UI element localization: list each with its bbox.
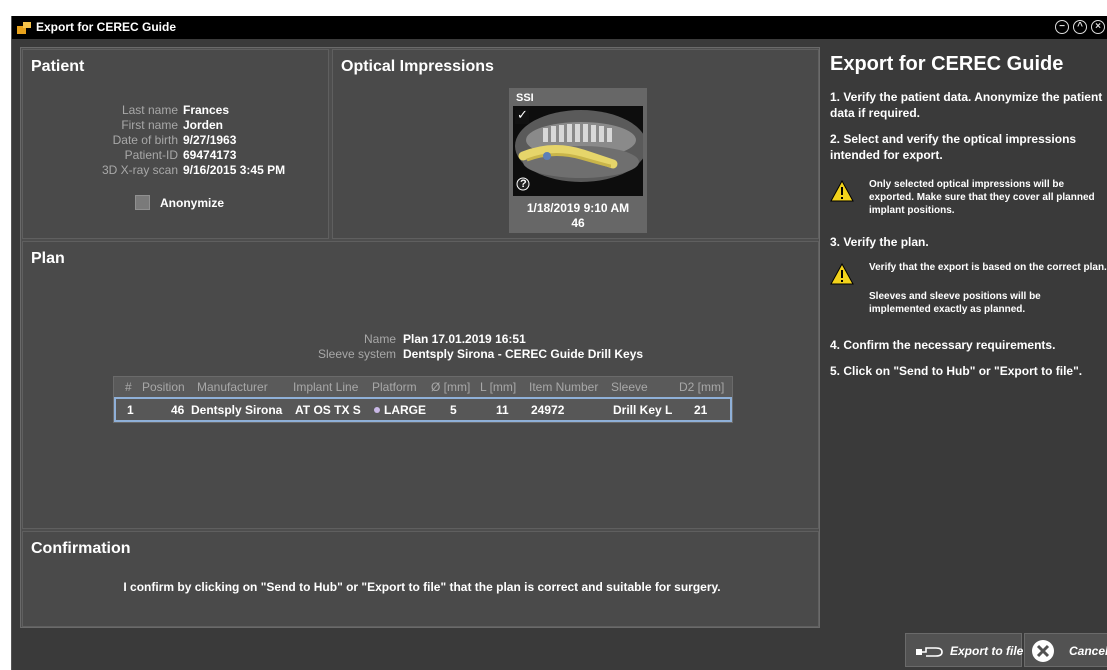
optical-impressions-title: Optical Impressions bbox=[341, 58, 494, 75]
patient-id-label: Patient-ID bbox=[124, 148, 178, 162]
table-row[interactable]: 1 46 Dentsply Sirona AT OS TX S LARGE 5 … bbox=[114, 397, 732, 422]
first-name-label: First name bbox=[121, 118, 178, 132]
anonymize-checkbox[interactable] bbox=[135, 195, 150, 210]
cell-d2: 21 bbox=[694, 403, 708, 417]
export-to-file-label: Export to file bbox=[950, 644, 1024, 658]
patient-row: Patient-ID 69474173 bbox=[23, 148, 323, 163]
export-to-file-button[interactable]: Export to file bbox=[905, 633, 1024, 667]
plan-title: Plan bbox=[31, 250, 65, 267]
last-name-value: Frances bbox=[183, 103, 230, 117]
col-item-number: Item Number bbox=[529, 380, 599, 394]
bottom-bar: Export to file Cancel bbox=[12, 628, 1107, 670]
confirmation-title: Confirmation bbox=[31, 540, 131, 557]
cell-position: 46 bbox=[171, 403, 185, 417]
impression-date: 1/18/2019 9:10 AM bbox=[526, 201, 630, 215]
export-window: Export for CEREC Guide − ^ × Patient Las… bbox=[11, 16, 1107, 670]
minimize-icon[interactable]: − bbox=[1055, 20, 1069, 34]
col-implant-line: Implant Line bbox=[293, 380, 359, 394]
cell-implant-line: AT OS TX S bbox=[295, 403, 361, 417]
xray-scan-value: 9/16/2015 3:45 PM bbox=[183, 163, 286, 177]
cell-diameter: 5 bbox=[450, 403, 457, 417]
instructions-sidebar: Export for CEREC Guide 1. Verify the pat… bbox=[824, 47, 1107, 628]
col-platform: Platform bbox=[372, 380, 417, 394]
anonymize-label[interactable]: Anonymize bbox=[160, 196, 224, 210]
sleeve-system-row: Sleeve system Dentsply Sirona - CEREC Gu… bbox=[23, 347, 821, 362]
col-diameter: Ø [mm] bbox=[431, 380, 471, 394]
patient-title: Patient bbox=[31, 58, 85, 75]
patient-row: Date of birth 9/27/1963 bbox=[23, 133, 323, 148]
warning-sleeve-text: Sleeves and sleeve positions will be imp… bbox=[869, 291, 1041, 315]
cell-item-number: 24972 bbox=[531, 403, 565, 417]
cancel-label: Cancel bbox=[1069, 644, 1107, 658]
col-sleeve: Sleeve bbox=[611, 380, 648, 394]
cancel-button[interactable]: Cancel bbox=[1024, 633, 1107, 667]
patient-row: Last name Frances bbox=[23, 103, 323, 118]
step-3: 3. Verify the plan. bbox=[830, 235, 929, 249]
panoramic-xray-image bbox=[513, 106, 643, 196]
cancel-icon bbox=[1032, 640, 1054, 662]
step-4: 4. Confirm the necessary requirements. bbox=[830, 338, 1056, 352]
dob-label: Date of birth bbox=[112, 133, 178, 147]
plan-name-label: Name bbox=[363, 332, 396, 346]
warning-optical-text: Only selected optical impressions will b… bbox=[869, 179, 1095, 216]
dob-value: 9/27/1963 bbox=[183, 133, 237, 147]
step-1: 1. Verify the patient data. Anonymize th… bbox=[830, 90, 1103, 120]
patient-panel: Patient Last name Frances First name Jor… bbox=[22, 49, 329, 239]
step-5: 5. Click on "Send to Hub" or "Export to … bbox=[830, 364, 1083, 378]
warning-optical: Only selected optical impressions will b… bbox=[830, 178, 1105, 216]
warning-icon bbox=[830, 263, 854, 285]
col-length: L [mm] bbox=[480, 380, 517, 394]
patient-id-value: 69474173 bbox=[183, 148, 237, 162]
optical-impressions-panel: Optical Impressions SSI ✓ ? 1/18/2019 9:… bbox=[332, 49, 819, 239]
sleeve-system-label: Sleeve system bbox=[317, 347, 396, 361]
cell-number: 1 bbox=[127, 403, 134, 417]
cell-platform-label: LARGE bbox=[384, 403, 426, 417]
table-header: # Position Manufacturer Implant Line Pla… bbox=[114, 377, 732, 397]
window-title: Export for CEREC Guide bbox=[36, 20, 177, 34]
maximize-icon[interactable]: ^ bbox=[1073, 20, 1087, 34]
plan-name-value: Plan 17.01.2019 16:51 bbox=[403, 332, 526, 346]
col-position: Position bbox=[142, 380, 185, 394]
first-name-value: Jorden bbox=[183, 118, 224, 132]
main-area: Patient Last name Frances First name Jor… bbox=[20, 47, 820, 628]
instructions-title: Export for CEREC Guide bbox=[830, 53, 1064, 75]
warning-plan: Verify that the export is based on the c… bbox=[830, 261, 1107, 291]
warning-icon bbox=[830, 180, 854, 202]
help-icon[interactable]: ? bbox=[520, 178, 527, 190]
patient-row: First name Jorden bbox=[23, 118, 323, 133]
xray-scan-label: 3D X-ray scan bbox=[101, 163, 178, 177]
implant-table: # Position Manufacturer Implant Line Pla… bbox=[113, 376, 733, 423]
warning-plan-text: Verify that the export is based on the c… bbox=[869, 262, 1107, 273]
plan-panel: Plan Name Plan 17.01.2019 16:51 Sleeve s… bbox=[22, 241, 819, 529]
cell-length: 11 bbox=[496, 403, 509, 417]
cell-platform: LARGE bbox=[374, 403, 426, 417]
cell-manufacturer: Dentsply Sirona bbox=[191, 403, 283, 417]
col-manufacturer: Manufacturer bbox=[197, 380, 268, 394]
last-name-label: Last name bbox=[121, 103, 178, 117]
title-bar: Export for CEREC Guide − ^ × bbox=[12, 16, 1107, 39]
xray-thumbnail: ✓ ? bbox=[513, 106, 643, 196]
impression-name: SSI bbox=[516, 92, 534, 104]
export-app-icon bbox=[17, 22, 31, 34]
plan-name-row: Name Plan 17.01.2019 16:51 bbox=[23, 332, 821, 347]
export-hand-icon bbox=[916, 647, 943, 657]
col-d2: D2 [mm] bbox=[679, 380, 725, 394]
platform-dot-icon bbox=[374, 407, 380, 413]
impression-position: 46 bbox=[571, 216, 585, 230]
selected-check-icon: ✓ bbox=[517, 107, 528, 122]
close-icon[interactable]: × bbox=[1091, 20, 1105, 34]
confirmation-text: I confirm by clicking on "Send to Hub" o… bbox=[123, 580, 721, 594]
confirmation-panel: Confirmation I confirm by clicking on "S… bbox=[22, 531, 819, 627]
sleeve-system-value: Dentsply Sirona - CEREC Guide Drill Keys bbox=[403, 347, 644, 361]
cell-sleeve: Drill Key L bbox=[613, 403, 673, 417]
patient-row: 3D X-ray scan 9/16/2015 3:45 PM bbox=[23, 163, 323, 178]
col-number: # bbox=[125, 380, 132, 394]
optical-impression-item[interactable]: SSI ✓ ? 1/18/2019 9:10 AM 46 bbox=[509, 88, 647, 233]
step-2: 2. Select and verify the optical impress… bbox=[830, 132, 1077, 162]
